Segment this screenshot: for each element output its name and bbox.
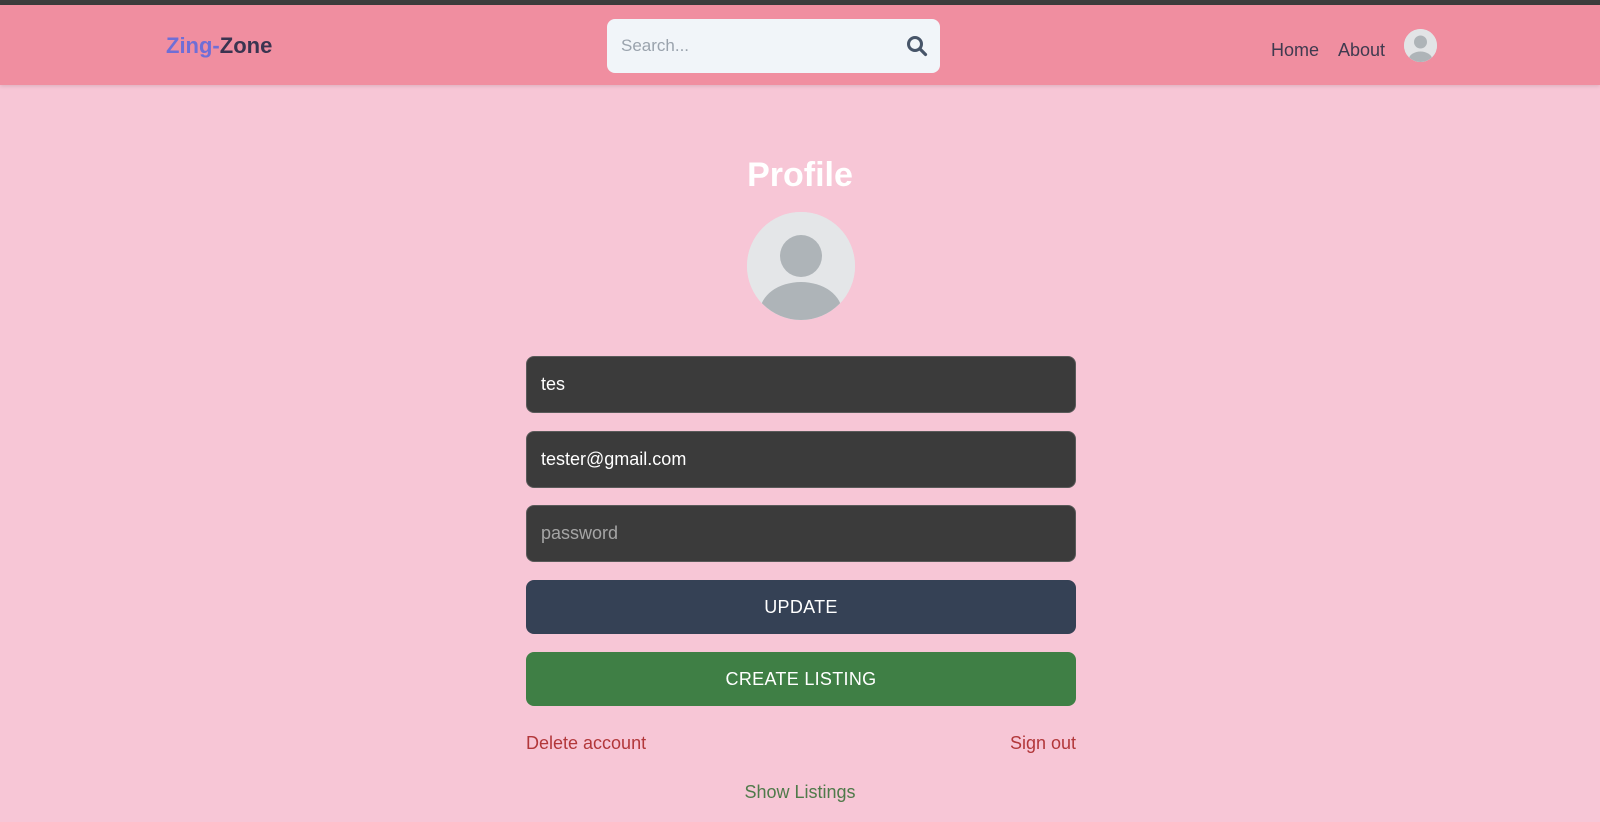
header-bar: Zing-Zone Home About xyxy=(0,5,1600,85)
username-field[interactable] xyxy=(526,356,1076,413)
show-listings-row: Show Listings xyxy=(0,781,1600,803)
logo[interactable]: Zing-Zone xyxy=(166,33,272,59)
delete-account-link[interactable]: Delete account xyxy=(526,732,646,754)
page-title: Profile xyxy=(747,155,853,194)
search-input[interactable] xyxy=(621,19,891,73)
nav-home-link[interactable]: Home xyxy=(1271,39,1319,61)
password-field[interactable] xyxy=(526,505,1076,562)
logo-part-zing: Zing- xyxy=(166,33,220,58)
show-listings-button[interactable]: Show Listings xyxy=(744,782,855,802)
email-field[interactable] xyxy=(526,431,1076,488)
logo-part-zone: Zone xyxy=(219,33,273,58)
profile-avatar-icon[interactable] xyxy=(747,212,855,320)
create-listing-button[interactable]: CREATE LISTING xyxy=(526,652,1076,706)
sign-out-link[interactable]: Sign out xyxy=(1010,732,1076,754)
search-box xyxy=(607,19,940,73)
user-avatar-icon[interactable] xyxy=(1404,29,1437,62)
search-icon[interactable] xyxy=(906,35,928,57)
nav-about-link[interactable]: About xyxy=(1338,39,1385,61)
update-button[interactable]: UPDATE xyxy=(526,580,1076,634)
